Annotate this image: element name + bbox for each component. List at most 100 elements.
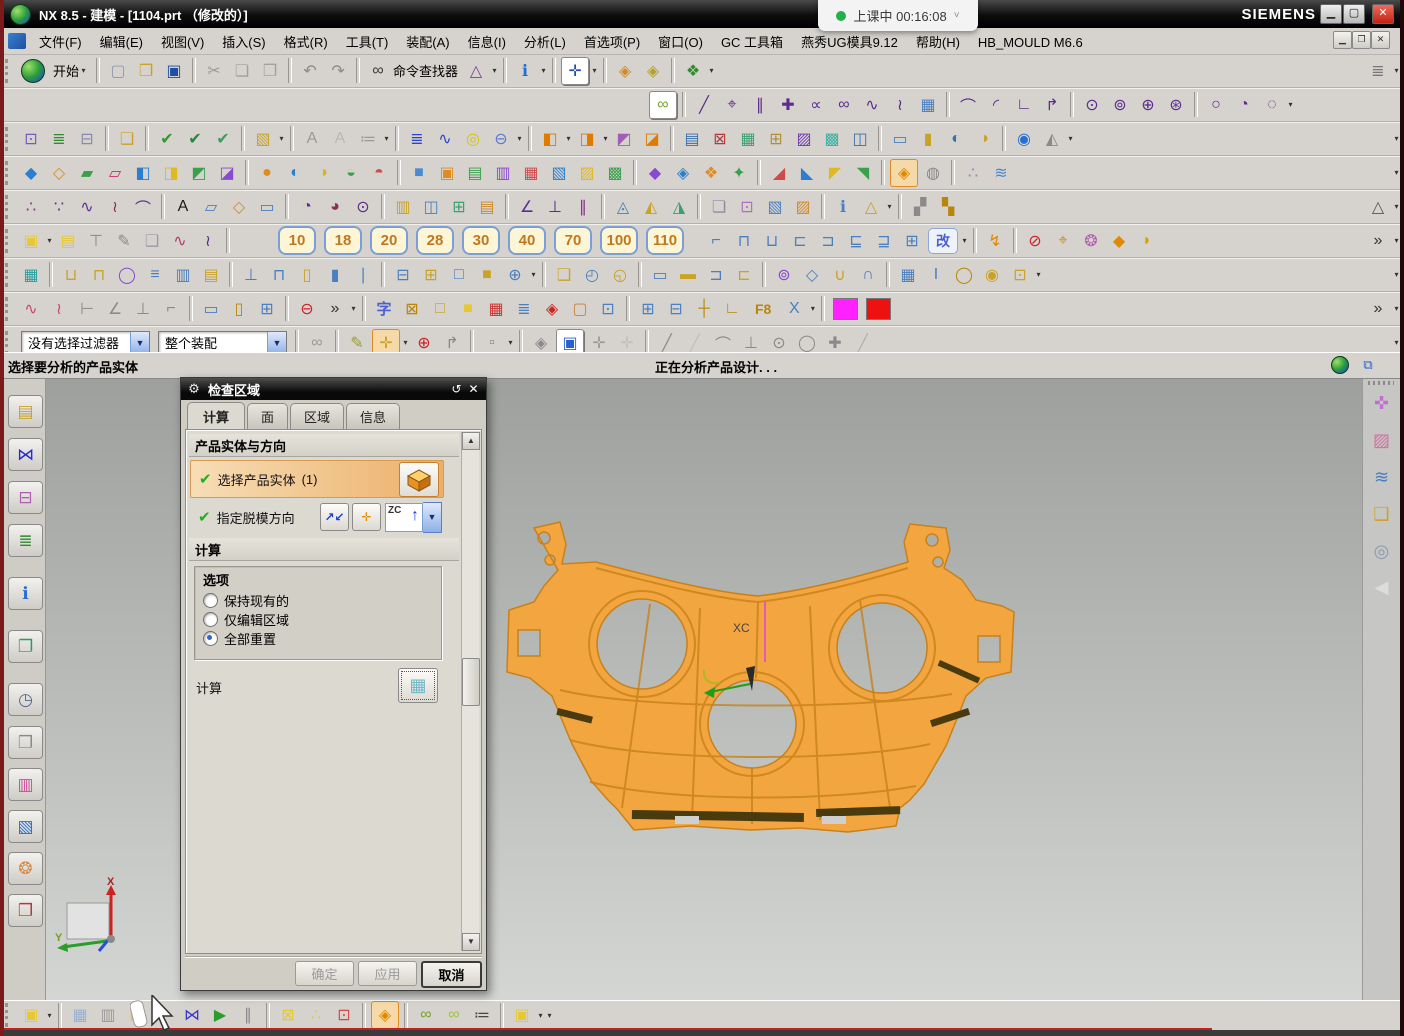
dialog-scrollbar[interactable]: ▲ ▼: [461, 432, 479, 951]
moldbase-f-icon[interactable]: ⊑: [843, 228, 869, 254]
draw-direction-row[interactable]: ✔ 指定脱模方向 ↗↙ ✛ ZC ↑ ▼: [190, 500, 442, 534]
dim-check-icon[interactable]: ⊠: [399, 296, 425, 322]
point-dialog-button[interactable]: ✛: [352, 503, 381, 531]
radio-button[interactable]: [203, 593, 218, 608]
target-filter-icon[interactable]: ⌖: [1050, 228, 1076, 254]
wrap-icon[interactable]: ▤: [474, 194, 500, 220]
assembly-explode-icon[interactable]: ▣: [18, 1002, 44, 1028]
dropdown-caret[interactable]: ▾: [885, 202, 894, 211]
stack-icon[interactable]: ≡: [142, 262, 168, 288]
loft-icon[interactable]: ◣: [794, 160, 820, 186]
studio-curve-icon[interactable]: ∿: [74, 194, 100, 220]
ibeam-icon[interactable]: I: [923, 262, 949, 288]
coil-icon[interactable]: ≣: [404, 126, 430, 152]
unite-icon[interactable]: ◐: [282, 160, 308, 186]
point-set2-icon[interactable]: ∴: [18, 194, 44, 220]
boss-icon[interactable]: ◨: [158, 160, 184, 186]
radio-button[interactable]: [203, 612, 218, 627]
find-in-assembly-icon[interactable]: ▦: [67, 1002, 93, 1028]
mold-csys-icon[interactable]: ▤: [55, 228, 81, 254]
menu-hb-mould[interactable]: HB_MOULD M6.6: [969, 33, 1092, 52]
target-ring-icon[interactable]: ⊚: [771, 262, 797, 288]
surface-net-icon[interactable]: ◬: [610, 194, 636, 220]
draft-icon[interactable]: ❖: [698, 160, 724, 186]
ejector-icon[interactable]: ⊥: [238, 262, 264, 288]
face-blend-icon[interactable]: ▧: [762, 194, 788, 220]
combine-icon[interactable]: ⊞: [446, 194, 472, 220]
magenta-swatch[interactable]: [833, 298, 858, 320]
product-section-header[interactable]: 产品实体与方向 ∧: [189, 434, 459, 457]
shrinkage-icon[interactable]: ⊤: [83, 228, 109, 254]
draft-text-icon[interactable]: A: [299, 126, 325, 152]
dropdown-caret[interactable]: ▾: [590, 66, 599, 75]
offset-curve-icon[interactable]: ◔: [294, 194, 320, 220]
blend-surface-icon[interactable]: ◮: [666, 194, 692, 220]
dropdown-caret[interactable]: ▾: [960, 236, 969, 245]
partial-circle-icon[interactable]: ◔: [1231, 92, 1257, 118]
mold-size-button-100[interactable]: 100: [600, 226, 638, 255]
palette-icon[interactable]: ❂: [1078, 228, 1104, 254]
pin-icon[interactable]: ▮: [322, 262, 348, 288]
dropdown-caret[interactable]: ▾: [1066, 134, 1075, 143]
wire-cube-icon[interactable]: □: [427, 296, 453, 322]
blend-icon[interactable]: ◆: [642, 160, 668, 186]
plane-dialog-icon[interactable]: ◈: [640, 58, 666, 84]
menu-edit[interactable]: 编辑(E): [91, 33, 152, 52]
cap-icon[interactable]: ∩: [855, 262, 881, 288]
apply-button[interactable]: 应用: [358, 961, 417, 986]
circle-pattern-icon[interactable]: ⊛: [1163, 92, 1189, 118]
emboss-icon[interactable]: ✦: [726, 160, 752, 186]
csys-axes-icon[interactable]: ∟: [719, 296, 745, 322]
dropdown-caret[interactable]: ▾: [382, 134, 391, 143]
replace-face-icon[interactable]: ◩: [611, 126, 637, 152]
replace-tool[interactable]: ❑: [1366, 499, 1397, 529]
split-view-icon[interactable]: ◫: [847, 126, 873, 152]
chamfer-body-icon[interactable]: ◈: [670, 160, 696, 186]
delete-face-icon[interactable]: ◨: [574, 126, 600, 152]
boxed-dot-icon[interactable]: ⊡: [1007, 262, 1033, 288]
character-icon[interactable]: 字: [371, 296, 397, 322]
revolve-icon[interactable]: ▱: [102, 160, 128, 186]
cylinder-box-icon[interactable]: ⊡: [595, 296, 621, 322]
doc-minimize-button[interactable]: ▁: [1333, 31, 1352, 49]
interference-icon[interactable]: ◈: [539, 296, 565, 322]
spring-icon[interactable]: ∿: [432, 126, 458, 152]
preview-panel-icon[interactable]: ▥: [95, 1002, 121, 1028]
csys-dialog-icon[interactable]: ✛: [561, 57, 589, 85]
screen-split-icon[interactable]: ⧉: [1356, 355, 1380, 375]
crosshair-icon[interactable]: ┼: [691, 296, 717, 322]
roles-tab[interactable]: ❂: [8, 852, 43, 885]
dropdown-caret[interactable]: ▾: [601, 134, 610, 143]
sketch-chain-icon[interactable]: ∞: [649, 91, 677, 119]
point-dialog-icon[interactable]: ◈: [612, 58, 638, 84]
clock-alt-icon[interactable]: ◵: [607, 262, 633, 288]
dropdown-caret[interactable]: ▾: [349, 304, 358, 313]
menu-view[interactable]: 视图(V): [152, 33, 213, 52]
core-icon[interactable]: ⊔: [58, 262, 84, 288]
extrude-box-icon[interactable]: ⊞: [635, 296, 661, 322]
toolbar-grip[interactable]: [5, 59, 12, 83]
hole-icon[interactable]: ◧: [130, 160, 156, 186]
pane-icon[interactable]: ▭: [887, 126, 913, 152]
mirror-feature-icon[interactable]: ▧: [546, 160, 572, 186]
folder-icon[interactable]: ❑: [551, 262, 577, 288]
interpart-link2-icon[interactable]: ∞: [441, 1002, 467, 1028]
command-finder-icon[interactable]: ∞: [365, 58, 391, 84]
extrude-icon[interactable]: ▰: [74, 160, 100, 186]
pause-icon[interactable]: ∥: [235, 1002, 261, 1028]
slide-icon[interactable]: ⊟: [390, 262, 416, 288]
play-icon[interactable]: ▶: [207, 1002, 233, 1028]
selection-scope-select[interactable]: 整个装配▼: [158, 331, 287, 355]
object-info-icon[interactable]: ℹ: [830, 194, 856, 220]
comb-icon[interactable]: ≀: [46, 296, 72, 322]
bounded-plane-icon[interactable]: ⊡: [734, 194, 760, 220]
solid-cube-icon[interactable]: ■: [455, 296, 481, 322]
new-file-icon[interactable]: ▢: [105, 58, 131, 84]
x-pattern-icon[interactable]: X: [781, 296, 807, 322]
radio-option-1[interactable]: 保持现有的: [203, 591, 289, 610]
scroll-thumb[interactable]: [462, 658, 480, 706]
dropdown-caret[interactable]: ▾: [45, 236, 54, 245]
dialog-title-bar[interactable]: ⚙ 检查区域 ↺ ✕: [181, 378, 486, 400]
no-entry-icon[interactable]: ⊘: [1022, 228, 1048, 254]
angle-icon[interactable]: ∠: [102, 296, 128, 322]
